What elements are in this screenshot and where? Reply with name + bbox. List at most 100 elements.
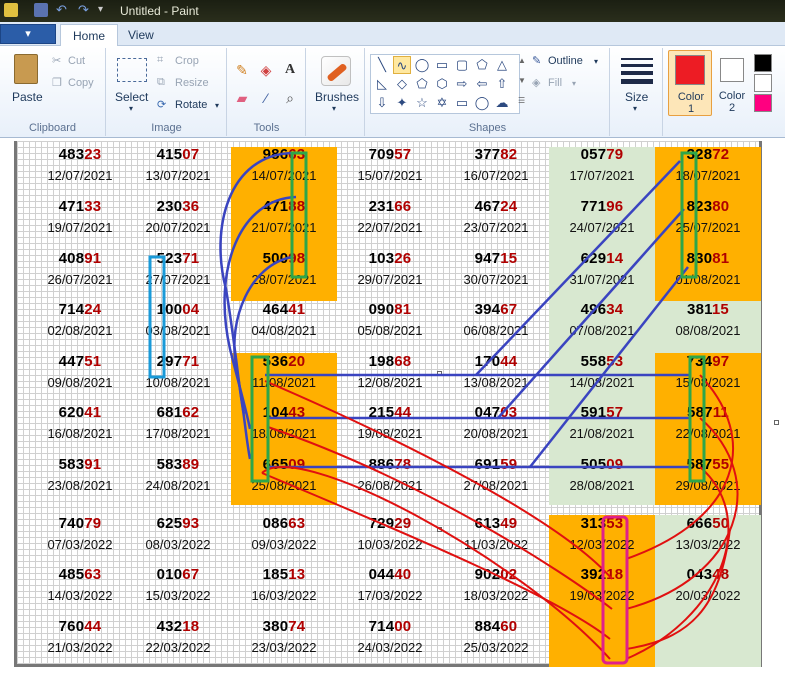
shapes-scroll-down-icon[interactable]: ▼ (518, 76, 526, 85)
tools-group-label: Tools (253, 122, 280, 134)
cell-date: 08/08/2021 (675, 323, 741, 338)
cell-number-lead: 297 (156, 353, 183, 370)
cell-number: 68162 (128, 404, 228, 422)
tab-home[interactable]: Home (60, 24, 119, 46)
cell-number: 90202 (446, 566, 546, 584)
cell-number: 94715 (446, 250, 546, 268)
oval-shape-icon[interactable]: ◯ (413, 56, 431, 74)
shapes-scroll-up-icon[interactable]: ▲ (518, 56, 526, 65)
rectangle-shape-icon[interactable]: ▭ (433, 56, 451, 74)
callout-rect-shape-icon[interactable]: ▭ (453, 94, 471, 112)
color-picker-icon[interactable]: ⁄ (256, 88, 276, 108)
grid-cell: 72929 10/03/2022 (340, 515, 440, 552)
paint-app-icon[interactable] (4, 3, 18, 17)
line-shape-icon[interactable]: ╲ (373, 56, 391, 74)
select-button[interactable]: Select ▾ (113, 52, 153, 113)
right-triangle-shape-icon[interactable]: ◺ (373, 75, 391, 93)
palette-black-swatch[interactable] (754, 54, 772, 72)
drawing-canvas[interactable]: 48323 12/07/2021 41507 13/07/2021 98663 14/07… (14, 141, 762, 667)
cell-date: 22/03/2022 (145, 640, 211, 655)
shapes-gallery[interactable]: ╲ ∿ ◯ ▭ ▢ ⬠ △ ◺ ◇ ⬠ ⬡ ⇨ ⇦ ⇧ ⇩ ✦ ☆ ✡ ▭ ◯ … (370, 54, 520, 114)
six-point-star-shape-icon[interactable]: ✡ (433, 94, 451, 112)
cell-number: 05779 (552, 146, 652, 164)
cell-number-tail: 15 (500, 250, 518, 267)
rotate-button[interactable]: ⟳ Rotate ▾ (157, 98, 223, 114)
down-arrow-shape-icon[interactable]: ⇩ (373, 94, 391, 112)
cell-number-tail: 71 (182, 250, 200, 267)
cell-number: 32872 (658, 146, 758, 164)
cell-number: 72929 (340, 515, 440, 533)
pencil-icon[interactable]: ✎ (232, 60, 252, 80)
pentagon-shape-icon[interactable]: ⬠ (413, 75, 431, 93)
image-group: Select ▾ ⌗ Crop ⧉ Resize ⟳ Rotate ▾ Imag… (107, 48, 227, 136)
palette-white-swatch[interactable] (754, 74, 772, 92)
cell-date: 28/08/2021 (569, 478, 635, 493)
four-point-star-shape-icon[interactable]: ✦ (393, 94, 411, 112)
text-tool-icon[interactable]: A (280, 60, 300, 80)
redo-icon[interactable]: ↷ (78, 3, 92, 17)
cloud-callout-shape-icon[interactable]: ☁ (493, 94, 511, 112)
size-group[interactable]: Size ▾ (611, 48, 663, 136)
cell-number-lead: 103 (368, 250, 395, 267)
polygon-shape-icon[interactable]: ⬠ (473, 56, 491, 74)
eraser-icon[interactable]: ▰ (232, 88, 252, 108)
cell-number: 55853 (552, 353, 652, 371)
cell-date: 13/08/2021 (463, 375, 529, 390)
grid-cell: 66509 25/08/2021 (234, 456, 334, 493)
copy-button[interactable]: ❐ Copy (52, 76, 102, 92)
size-line-thick-icon (621, 71, 653, 75)
shapes-expand-icon[interactable]: ☰ (518, 96, 525, 105)
customize-quick-access-icon[interactable]: ▾ (98, 3, 112, 17)
cell-date: 23/07/2021 (463, 220, 529, 235)
cell-number: 58389 (128, 456, 228, 474)
cell-number-lead: 505 (580, 456, 607, 473)
cell-number: 50098 (234, 250, 334, 268)
diamond-shape-icon[interactable]: ◇ (393, 75, 411, 93)
cell-number: 38074 (234, 618, 334, 636)
cell-number-lead: 185 (262, 566, 289, 583)
size-line-thin-icon (621, 58, 653, 60)
selection-handle[interactable] (437, 371, 442, 376)
color2-button[interactable]: Color 2 (714, 50, 750, 116)
fill-bucket-icon[interactable]: ◈ (256, 60, 276, 80)
cell-number-tail: 44 (394, 404, 412, 421)
cell-number-lead: 734 (686, 353, 713, 370)
triangle-shape-icon[interactable]: △ (493, 56, 511, 74)
crop-button[interactable]: ⌗ Crop (157, 54, 223, 70)
palette-pink-swatch[interactable] (754, 94, 772, 112)
cell-number-tail: 81 (712, 250, 730, 267)
grid-cell: 58755 29/08/2021 (658, 456, 758, 493)
cell-number: 62914 (552, 250, 652, 268)
paste-button[interactable]: Paste (8, 52, 48, 108)
selection-handle[interactable] (437, 527, 442, 532)
fill-label: Fill (548, 77, 563, 89)
grid-cell: 73497 15/08/2021 (658, 353, 758, 390)
five-point-star-shape-icon[interactable]: ☆ (413, 94, 431, 112)
file-menu-button[interactable]: ▾ (0, 24, 56, 44)
undo-icon[interactable]: ↶ (56, 3, 70, 17)
cell-date: 09/03/2022 (251, 537, 317, 552)
magnifier-icon[interactable]: ⌕ (280, 88, 300, 108)
brushes-group[interactable]: Brushes ▾ (307, 48, 365, 136)
outline-button[interactable]: ✎ Outline ▾ (532, 54, 608, 70)
color1-button[interactable]: Color 1 (668, 50, 712, 116)
callout-oval-shape-icon[interactable]: ◯ (473, 94, 491, 112)
cell-date: 24/07/2021 (569, 220, 635, 235)
curve-shape-icon[interactable]: ∿ (393, 56, 411, 74)
cell-date: 25/03/2022 (463, 640, 529, 655)
cell-number-lead: 536 (262, 353, 289, 370)
rounded-rectangle-shape-icon[interactable]: ▢ (453, 56, 471, 74)
cell-number-tail: 49 (500, 515, 518, 532)
left-arrow-shape-icon[interactable]: ⇦ (473, 75, 491, 93)
fill-button[interactable]: ◈ Fill ▾ (532, 76, 608, 92)
cell-date: 14/08/2021 (569, 375, 635, 390)
cut-button[interactable]: ✂ Cut (52, 54, 102, 70)
selection-handle[interactable] (774, 420, 779, 425)
hexagon-shape-icon[interactable]: ⬡ (433, 75, 451, 93)
right-arrow-shape-icon[interactable]: ⇨ (453, 75, 471, 93)
grid-cell: 90202 18/03/2022 (446, 566, 546, 603)
save-icon[interactable] (34, 3, 48, 17)
resize-button[interactable]: ⧉ Resize (157, 76, 223, 92)
up-arrow-shape-icon[interactable]: ⇧ (493, 75, 511, 93)
tab-view[interactable]: View (116, 24, 166, 46)
